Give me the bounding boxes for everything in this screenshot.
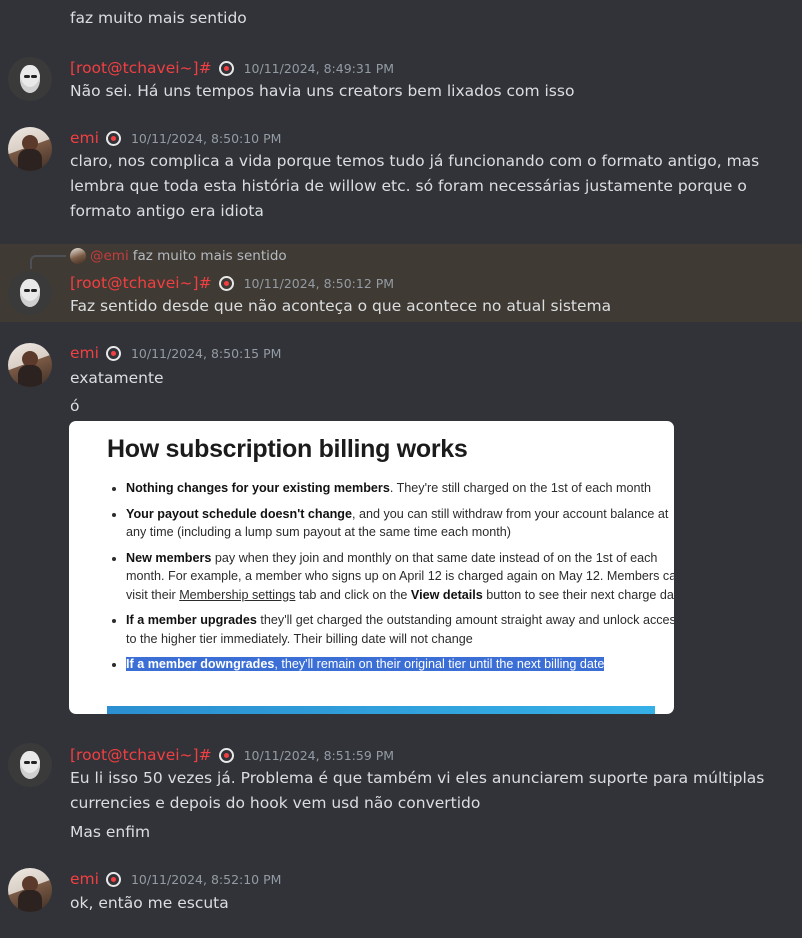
timestamp[interactable]: 10/11/2024, 8:49:31 PM: [244, 61, 394, 76]
username[interactable]: emi: [70, 129, 99, 147]
timestamp[interactable]: 10/11/2024, 8:51:59 PM: [244, 748, 394, 763]
timestamp[interactable]: 10/11/2024, 8:52:10 PM: [131, 872, 281, 887]
reply-mention[interactable]: @emi: [90, 248, 129, 264]
embed-bottom-bar: [107, 706, 655, 714]
timestamp[interactable]: 10/11/2024, 8:50:15 PM: [131, 346, 281, 361]
message-header: [root@tchavei~]# 10/11/2024, 8:51:59 PM: [70, 744, 394, 766]
message-header: emi 10/11/2024, 8:50:10 PM: [70, 127, 281, 149]
avatar[interactable]: [8, 57, 52, 101]
list-item: Nothing changes for your existing member…: [126, 479, 674, 498]
pokeball-badge-icon[interactable]: [105, 345, 125, 361]
message-text: exatamente: [70, 369, 164, 387]
timestamp[interactable]: 10/11/2024, 8:50:10 PM: [131, 131, 281, 146]
list-item: If a member upgrades they'll get charged…: [126, 611, 674, 648]
pokeball-badge-icon[interactable]: [105, 130, 125, 146]
reply-connector: [30, 255, 66, 269]
pokeball-badge-icon[interactable]: [105, 871, 125, 887]
message-text: Mas enfim: [70, 823, 151, 841]
message-text: lembra que toda esta história de willow …: [70, 177, 747, 195]
message-text: formato antigo era idiota: [70, 202, 264, 220]
message-header: emi 10/11/2024, 8:52:10 PM: [70, 868, 281, 890]
message-header: [root@tchavei~]# 10/11/2024, 8:50:12 PM: [70, 272, 394, 294]
avatar[interactable]: [8, 127, 52, 171]
message-text: Faz sentido desde que não aconteça o que…: [70, 297, 612, 315]
list-item: If a member downgrades, they'll remain o…: [126, 655, 674, 674]
username[interactable]: emi: [70, 870, 99, 888]
avatar[interactable]: [8, 743, 52, 787]
embed-list: Nothing changes for your existing member…: [107, 479, 674, 681]
pokeball-badge-icon[interactable]: [218, 60, 238, 76]
pokeball-badge-icon[interactable]: [218, 747, 238, 763]
message-text: Eu li isso 50 vezes já. Problema é que t…: [70, 769, 765, 787]
pokeball-badge-icon[interactable]: [218, 275, 238, 291]
reply-text[interactable]: faz muito mais sentido: [133, 248, 287, 264]
message-header: [root@tchavei~]# 10/11/2024, 8:49:31 PM: [70, 57, 394, 79]
username[interactable]: emi: [70, 344, 99, 362]
avatar[interactable]: [8, 271, 52, 315]
message-text: currencies e depois do hook vem usd não …: [70, 794, 481, 812]
message-text: ok, então me escuta: [70, 894, 229, 912]
reply-preview[interactable]: @emi faz muito mais sentido: [70, 246, 287, 266]
username[interactable]: [root@tchavei~]#: [70, 274, 212, 292]
username[interactable]: [root@tchavei~]#: [70, 59, 212, 77]
message-text: ó: [70, 397, 80, 415]
timestamp[interactable]: 10/11/2024, 8:50:12 PM: [244, 276, 394, 291]
list-item: Your payout schedule doesn't change, and…: [126, 505, 674, 542]
message-text: claro, nos complica a vida porque temos …: [70, 152, 760, 170]
list-item: New members pay when they join and month…: [126, 549, 674, 605]
username[interactable]: [root@tchavei~]#: [70, 746, 212, 764]
message-text: faz muito mais sentido: [70, 9, 247, 27]
message-header: emi 10/11/2024, 8:50:15 PM: [70, 342, 281, 364]
avatar[interactable]: [8, 343, 52, 387]
message-text: Não sei. Há uns tempos havia uns creator…: [70, 82, 575, 100]
reply-avatar: [70, 248, 86, 264]
embed-title: How subscription billing works: [107, 435, 468, 463]
image-attachment[interactable]: How subscription billing works Nothing c…: [69, 421, 674, 714]
avatar[interactable]: [8, 868, 52, 912]
